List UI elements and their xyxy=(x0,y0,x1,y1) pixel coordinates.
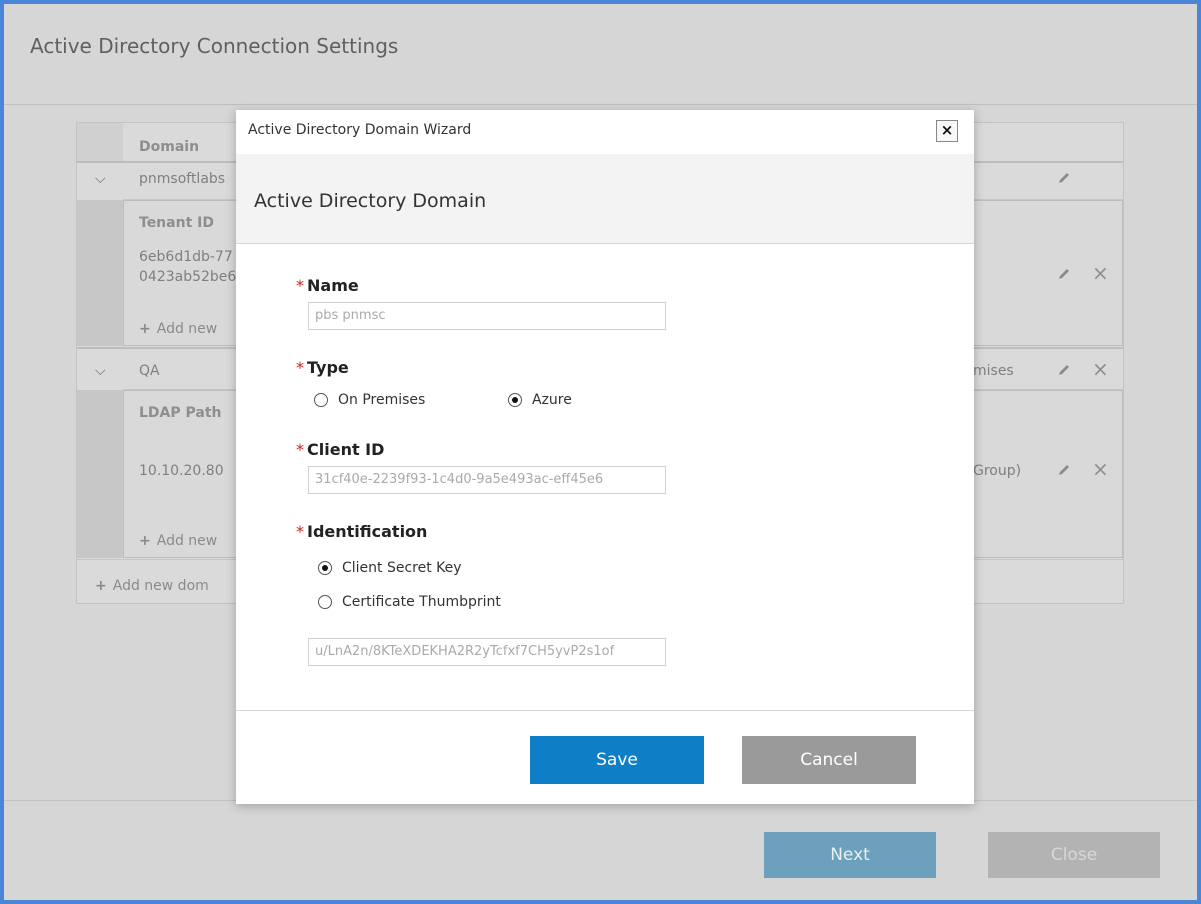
x-icon[interactable]: × xyxy=(1092,359,1109,379)
certificate-thumbprint-label: Certificate Thumbprint xyxy=(342,594,501,610)
x-icon[interactable]: × xyxy=(1092,459,1109,479)
certificate-thumbprint-radio[interactable]: Certificate Thumbprint xyxy=(318,594,501,610)
required-marker: * xyxy=(296,276,304,295)
identification-label: * Identification xyxy=(296,522,428,541)
add-domain-label: Add new dom xyxy=(112,578,209,594)
plus-icon: + xyxy=(139,533,151,549)
plus-icon: + xyxy=(95,578,107,594)
tenant-id-line2: 0423ab52be6 xyxy=(139,269,237,285)
required-marker: * xyxy=(296,440,304,459)
radio-icon xyxy=(314,393,328,407)
type-on-premises-radio[interactable]: On Premises xyxy=(314,392,425,408)
domain-name-pnmsoftlabs[interactable]: pnmsoftlabs xyxy=(139,171,225,187)
type-azure-radio[interactable]: Azure xyxy=(508,392,572,408)
azure-label: Azure xyxy=(532,392,572,408)
radio-selected-icon xyxy=(318,561,332,575)
window-title: Active Directory Connection Settings xyxy=(30,34,399,58)
tenant-id-header: Tenant ID xyxy=(139,215,214,231)
x-icon[interactable]: × xyxy=(1092,263,1109,283)
client-id-label: * Client ID xyxy=(296,440,385,459)
required-marker: * xyxy=(296,522,304,541)
header-expand-cell xyxy=(77,123,123,161)
client-secret-key-label: Client Secret Key xyxy=(342,560,462,576)
name-input[interactable]: pbs pnmsc xyxy=(308,302,666,330)
pencil-icon[interactable] xyxy=(1057,463,1071,477)
plus-icon: + xyxy=(139,321,151,337)
domain-column-header: Domain xyxy=(139,139,200,155)
cancel-button[interactable]: Cancel xyxy=(742,736,916,784)
domain-name-qa[interactable]: QA xyxy=(139,363,160,379)
name-label: * Name xyxy=(296,276,359,295)
chevron-down-icon[interactable]: ⌵ xyxy=(95,363,106,379)
client-secret-key-radio[interactable]: Client Secret Key xyxy=(318,560,462,576)
chevron-down-icon[interactable]: ⌵ xyxy=(95,171,106,187)
domain-type-partial: mises xyxy=(973,363,1014,379)
group-partial: Group) xyxy=(973,463,1022,479)
client-secret-input[interactable]: u/LnA2n/8KTeXDEKHA2R2yTcfxf7CH5yvP2s1of xyxy=(308,638,666,666)
next-button[interactable]: Next xyxy=(764,832,936,878)
dialog-subtitle: Active Directory Domain xyxy=(254,190,487,212)
domain-wizard-dialog: Active Directory Domain Wizard × Active … xyxy=(236,110,974,804)
add-tenant-label: Add new xyxy=(156,321,218,337)
ldap-path-header: LDAP Path xyxy=(139,405,222,421)
radio-selected-icon xyxy=(508,393,522,407)
add-ldap-link[interactable]: + Add new xyxy=(139,533,217,549)
add-domain-link[interactable]: + Add new dom xyxy=(95,578,209,594)
expanded-strip xyxy=(77,390,123,558)
expanded-strip xyxy=(77,200,123,346)
pencil-icon[interactable] xyxy=(1057,171,1071,185)
add-tenant-link[interactable]: + Add new xyxy=(139,321,217,337)
close-button[interactable]: Close xyxy=(988,832,1160,878)
save-button[interactable]: Save xyxy=(530,736,704,784)
required-marker: * xyxy=(296,358,304,377)
pencil-icon[interactable] xyxy=(1057,363,1071,377)
on-premises-label: On Premises xyxy=(338,392,426,408)
pencil-icon[interactable] xyxy=(1057,267,1071,281)
dialog-footer-divider xyxy=(236,710,974,711)
type-label: * Type xyxy=(296,358,349,377)
radio-icon xyxy=(318,595,332,609)
dialog-title: Active Directory Domain Wizard xyxy=(248,122,472,138)
add-ldap-label: Add new xyxy=(156,533,218,549)
client-id-input[interactable]: 31cf40e-2239f93-1c4d0-9a5e493ac-eff45e6 xyxy=(308,466,666,494)
close-icon[interactable]: × xyxy=(936,120,958,142)
ldap-path-value: 10.10.20.80 xyxy=(139,463,224,479)
title-divider xyxy=(4,104,1197,105)
tenant-id-line1: 6eb6d1db-77 xyxy=(139,249,233,265)
